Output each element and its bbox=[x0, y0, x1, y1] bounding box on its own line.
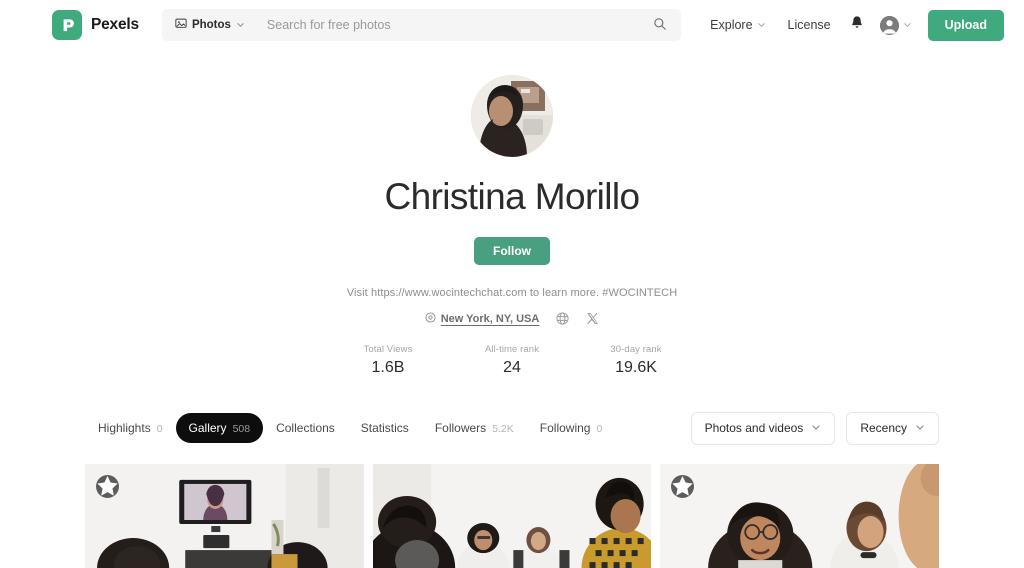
stat-label: Total Views bbox=[363, 343, 413, 355]
pexels-logo-icon bbox=[52, 10, 82, 40]
profile-avatar[interactable] bbox=[471, 75, 553, 157]
bell-icon bbox=[850, 15, 864, 35]
search-submit-button[interactable] bbox=[651, 17, 669, 34]
gallery-tile[interactable] bbox=[372, 463, 652, 568]
stat-label: All-time rank bbox=[484, 343, 540, 355]
location-pin-icon bbox=[425, 312, 436, 326]
tab-followers[interactable]: Followers 5.2K bbox=[422, 413, 527, 443]
stat-label: 30-day rank bbox=[610, 343, 662, 355]
filter-sort-order[interactable]: Recency bbox=[846, 411, 939, 445]
chevron-down-icon bbox=[903, 16, 912, 34]
tab-label: Collections bbox=[276, 421, 335, 436]
gallery-grid bbox=[0, 463, 1024, 568]
stat-value: 24 bbox=[503, 358, 521, 376]
star-badge-icon[interactable] bbox=[96, 474, 119, 498]
search-input[interactable] bbox=[254, 18, 652, 32]
chevron-down-icon bbox=[757, 18, 766, 32]
nav-license-label: License bbox=[787, 18, 831, 32]
x-twitter-icon[interactable] bbox=[586, 312, 599, 325]
nav-license[interactable]: License bbox=[777, 18, 842, 32]
chevron-down-icon bbox=[915, 421, 925, 435]
site-header: Pexels Photos Search for free photos Exp… bbox=[0, 0, 1024, 50]
brand-logo[interactable]: Pexels bbox=[52, 10, 139, 40]
tab-following[interactable]: Following 0 bbox=[527, 413, 616, 443]
search-bar[interactable]: Photos bbox=[161, 9, 682, 41]
tab-count: 0 bbox=[156, 423, 163, 436]
filter-media-type-label: Photos and videos bbox=[704, 421, 804, 436]
gallery-filters: Photos and videos Recency bbox=[690, 411, 939, 445]
tab-label: Followers bbox=[434, 421, 487, 436]
tab-label: Statistics bbox=[360, 421, 409, 436]
tab-count: 508 bbox=[232, 423, 251, 436]
chevron-down-icon bbox=[811, 421, 821, 435]
tab-gallery[interactable]: Gallery 508 bbox=[175, 413, 264, 444]
account-menu-button[interactable] bbox=[872, 15, 918, 35]
nav-explore-label: Explore bbox=[710, 18, 753, 32]
filter-media-type[interactable]: Photos and videos bbox=[690, 411, 836, 445]
star-badge-icon[interactable] bbox=[671, 474, 695, 498]
follow-button[interactable]: Follow bbox=[474, 236, 550, 265]
upload-button[interactable]: Upload bbox=[927, 9, 1004, 41]
profile-tabbar: Highlights 0 Gallery 508 Collections Sta… bbox=[0, 411, 1024, 445]
globe-icon[interactable] bbox=[556, 312, 569, 325]
search-category-dropdown[interactable]: Photos bbox=[175, 16, 255, 34]
profile-meta-row: New York, NY, USA bbox=[0, 312, 1024, 326]
profile-stats: Total Views 1.6B All-time rank 24 30-day… bbox=[0, 344, 1024, 377]
profile-location-label: New York, NY, USA bbox=[440, 312, 540, 325]
header-nav: Explore License Upload bbox=[699, 9, 1004, 41]
search-icon bbox=[653, 17, 667, 34]
nav-explore[interactable]: Explore bbox=[699, 18, 776, 32]
chevron-down-icon bbox=[236, 16, 245, 34]
tab-list: Highlights 0 Gallery 508 Collections Sta… bbox=[85, 413, 616, 444]
notifications-button[interactable] bbox=[842, 15, 872, 35]
tab-highlights[interactable]: Highlights 0 bbox=[85, 413, 176, 443]
gallery-tile[interactable] bbox=[660, 463, 940, 568]
stat-value: 19.6K bbox=[615, 358, 657, 376]
profile-bio: Visit https://www.wocintechchat.com to l… bbox=[346, 286, 678, 299]
stat-value: 1.6B bbox=[371, 358, 405, 376]
page-title: Christina Morillo bbox=[384, 176, 640, 217]
image-icon bbox=[175, 16, 187, 34]
stat-all-time-rank: All-time rank 24 bbox=[479, 344, 545, 377]
gallery-tile[interactable] bbox=[85, 463, 364, 568]
tab-statistics[interactable]: Statistics bbox=[348, 413, 422, 443]
filter-sort-order-label: Recency bbox=[860, 421, 907, 436]
profile-location[interactable]: New York, NY, USA bbox=[425, 312, 540, 326]
tab-label: Following bbox=[539, 421, 591, 436]
tab-label: Highlights bbox=[98, 421, 151, 436]
tab-collections[interactable]: Collections bbox=[263, 413, 348, 443]
stat-30-day-rank: 30-day rank 19.6K bbox=[603, 344, 669, 377]
tab-label: Gallery bbox=[188, 421, 227, 436]
brand-name: Pexels bbox=[91, 16, 139, 33]
user-avatar-icon bbox=[879, 15, 899, 35]
tab-count: 5.2K bbox=[492, 423, 514, 436]
stat-total-views: Total Views 1.6B bbox=[355, 344, 421, 377]
tab-count: 0 bbox=[596, 423, 603, 436]
profile-section: Christina Morillo Follow Visit https://w… bbox=[0, 50, 1024, 377]
search-category-label: Photos bbox=[191, 19, 231, 31]
